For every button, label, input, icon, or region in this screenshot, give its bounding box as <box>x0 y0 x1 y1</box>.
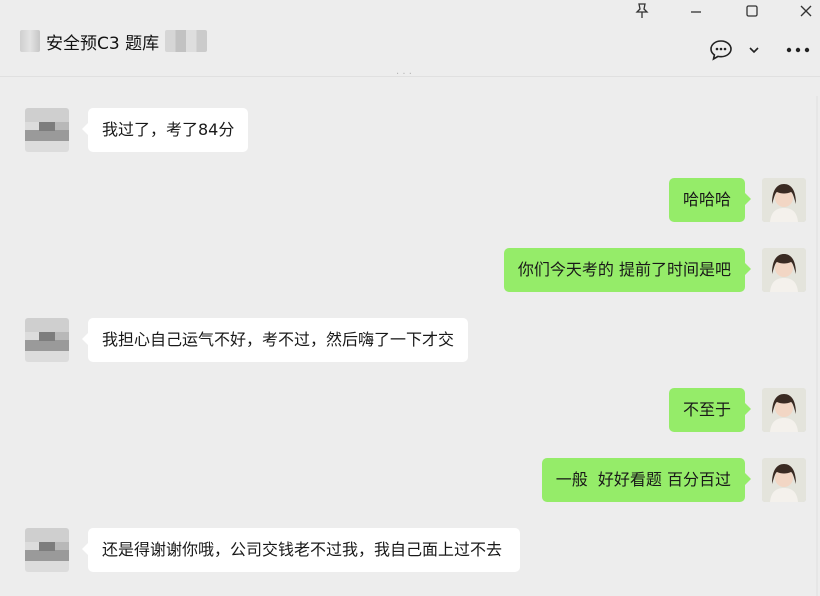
pin-icon[interactable] <box>620 0 664 22</box>
message-bubble[interactable]: 你们今天考的 提前了时间是吧 <box>503 248 752 292</box>
message-bubble[interactable]: 哈哈哈 <box>668 178 752 222</box>
message-bubble[interactable]: 还是得谢谢你哦，公司交钱老不过我，我自己面上过不去 <box>82 528 520 572</box>
self-avatar[interactable] <box>762 458 806 502</box>
self-avatar[interactable] <box>762 248 806 292</box>
chat-bubble-icon[interactable] <box>708 38 734 62</box>
close-icon[interactable] <box>784 0 820 22</box>
redacted-block <box>165 30 208 52</box>
message-list[interactable]: 我过了，考了84分 哈哈哈 你们今天考的 提前了时间是吧 我担心自己运气不好，考… <box>0 77 820 596</box>
title-bar: 安全预C3 题库 <box>0 0 820 77</box>
contact-avatar[interactable] <box>25 318 69 362</box>
message-bubble[interactable]: 一般 好好看题 百分百过 <box>541 458 752 502</box>
chat-title: 安全预C3 题库 <box>46 33 160 54</box>
maximize-icon[interactable] <box>730 0 774 22</box>
message-bubble[interactable]: 不至于 <box>668 388 752 432</box>
contact-avatar[interactable] <box>25 528 69 572</box>
header-tools <box>708 36 810 64</box>
chevron-down-icon[interactable] <box>748 45 760 55</box>
minimize-icon[interactable] <box>674 0 718 22</box>
scrollbar-track[interactable] <box>816 96 818 596</box>
contact-avatar[interactable] <box>25 108 69 152</box>
redacted-block <box>20 30 40 52</box>
self-avatar[interactable] <box>762 388 806 432</box>
message-bubble[interactable]: 我担心自己运气不好，考不过，然后嗨了一下才交 <box>81 318 469 362</box>
chat-title-area: 安全预C3 题库 <box>20 29 208 54</box>
message-bubble[interactable]: 我过了，考了84分 <box>81 108 249 152</box>
self-avatar[interactable] <box>762 178 806 222</box>
more-dots-icon[interactable] <box>786 46 810 54</box>
